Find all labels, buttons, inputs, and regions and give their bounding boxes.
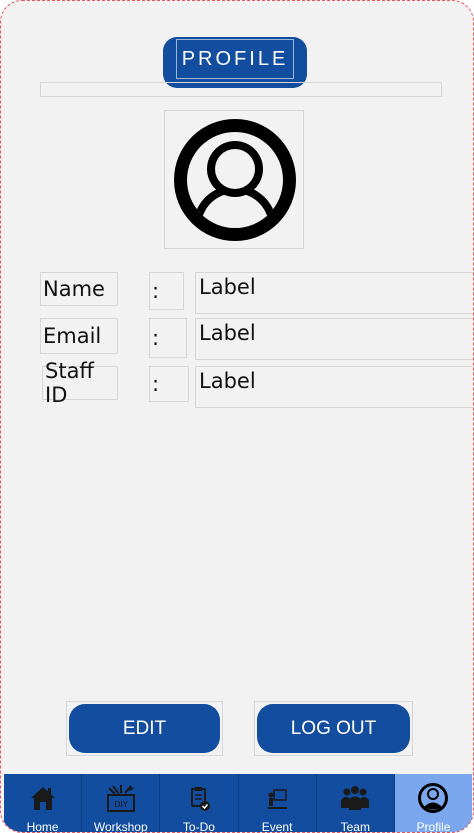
- svg-text:DIY: DIY: [114, 800, 128, 809]
- edit-button-frame: EDIT: [66, 701, 223, 756]
- avatar: [164, 110, 304, 249]
- logout-button[interactable]: LOG OUT: [257, 704, 410, 753]
- group-icon: [341, 786, 370, 810]
- nav-item-home[interactable]: Home: [4, 774, 83, 833]
- edit-button[interactable]: EDIT: [69, 704, 220, 753]
- name-colon: :: [149, 272, 184, 310]
- nav-item-event[interactable]: Event: [239, 774, 317, 833]
- nav-label-home: Home: [26, 820, 59, 833]
- nav-item-workshop[interactable]: DIY Workshop: [82, 774, 161, 833]
- email-label: Email: [40, 318, 118, 354]
- user-circle-icon: [418, 783, 449, 813]
- logout-button-frame: LOG OUT: [254, 701, 413, 756]
- staff-id-colon: :: [149, 366, 189, 402]
- home-icon: [30, 787, 55, 810]
- nav-item-team[interactable]: Team: [317, 774, 395, 833]
- nav-item-todo[interactable]: To-Do: [160, 774, 239, 833]
- email-value: Label: [195, 318, 473, 360]
- bottom-nav: Home DIY Workshop To-Do Event Team Profi…: [4, 774, 473, 833]
- presentation-icon: [268, 789, 288, 809]
- staff-id-label: Staff ID: [42, 359, 118, 407]
- diy-tools-icon: DIY: [106, 785, 135, 812]
- nav-item-profile[interactable]: Profile: [394, 774, 473, 833]
- profile-screen: PROFILE Name : Label Email : Label Staff…: [0, 0, 474, 833]
- name-label: Name: [40, 272, 118, 306]
- email-colon: :: [149, 318, 187, 358]
- staff-id-value: Label: [195, 366, 473, 408]
- nav-label-todo: To-Do: [182, 820, 215, 833]
- user-avatar-icon: [174, 119, 296, 241]
- clipboard-check-icon: [190, 787, 210, 811]
- nav-label-workshop: Workshop: [93, 820, 148, 833]
- title-underline: [40, 82, 442, 97]
- page-title-text: PROFILE: [175, 38, 295, 79]
- name-value: Label: [195, 272, 473, 314]
- nav-label-profile: Profile: [416, 820, 451, 833]
- page-title: PROFILE: [163, 37, 307, 88]
- nav-label-team: Team: [340, 820, 370, 833]
- nav-label-event: Event: [261, 820, 293, 833]
